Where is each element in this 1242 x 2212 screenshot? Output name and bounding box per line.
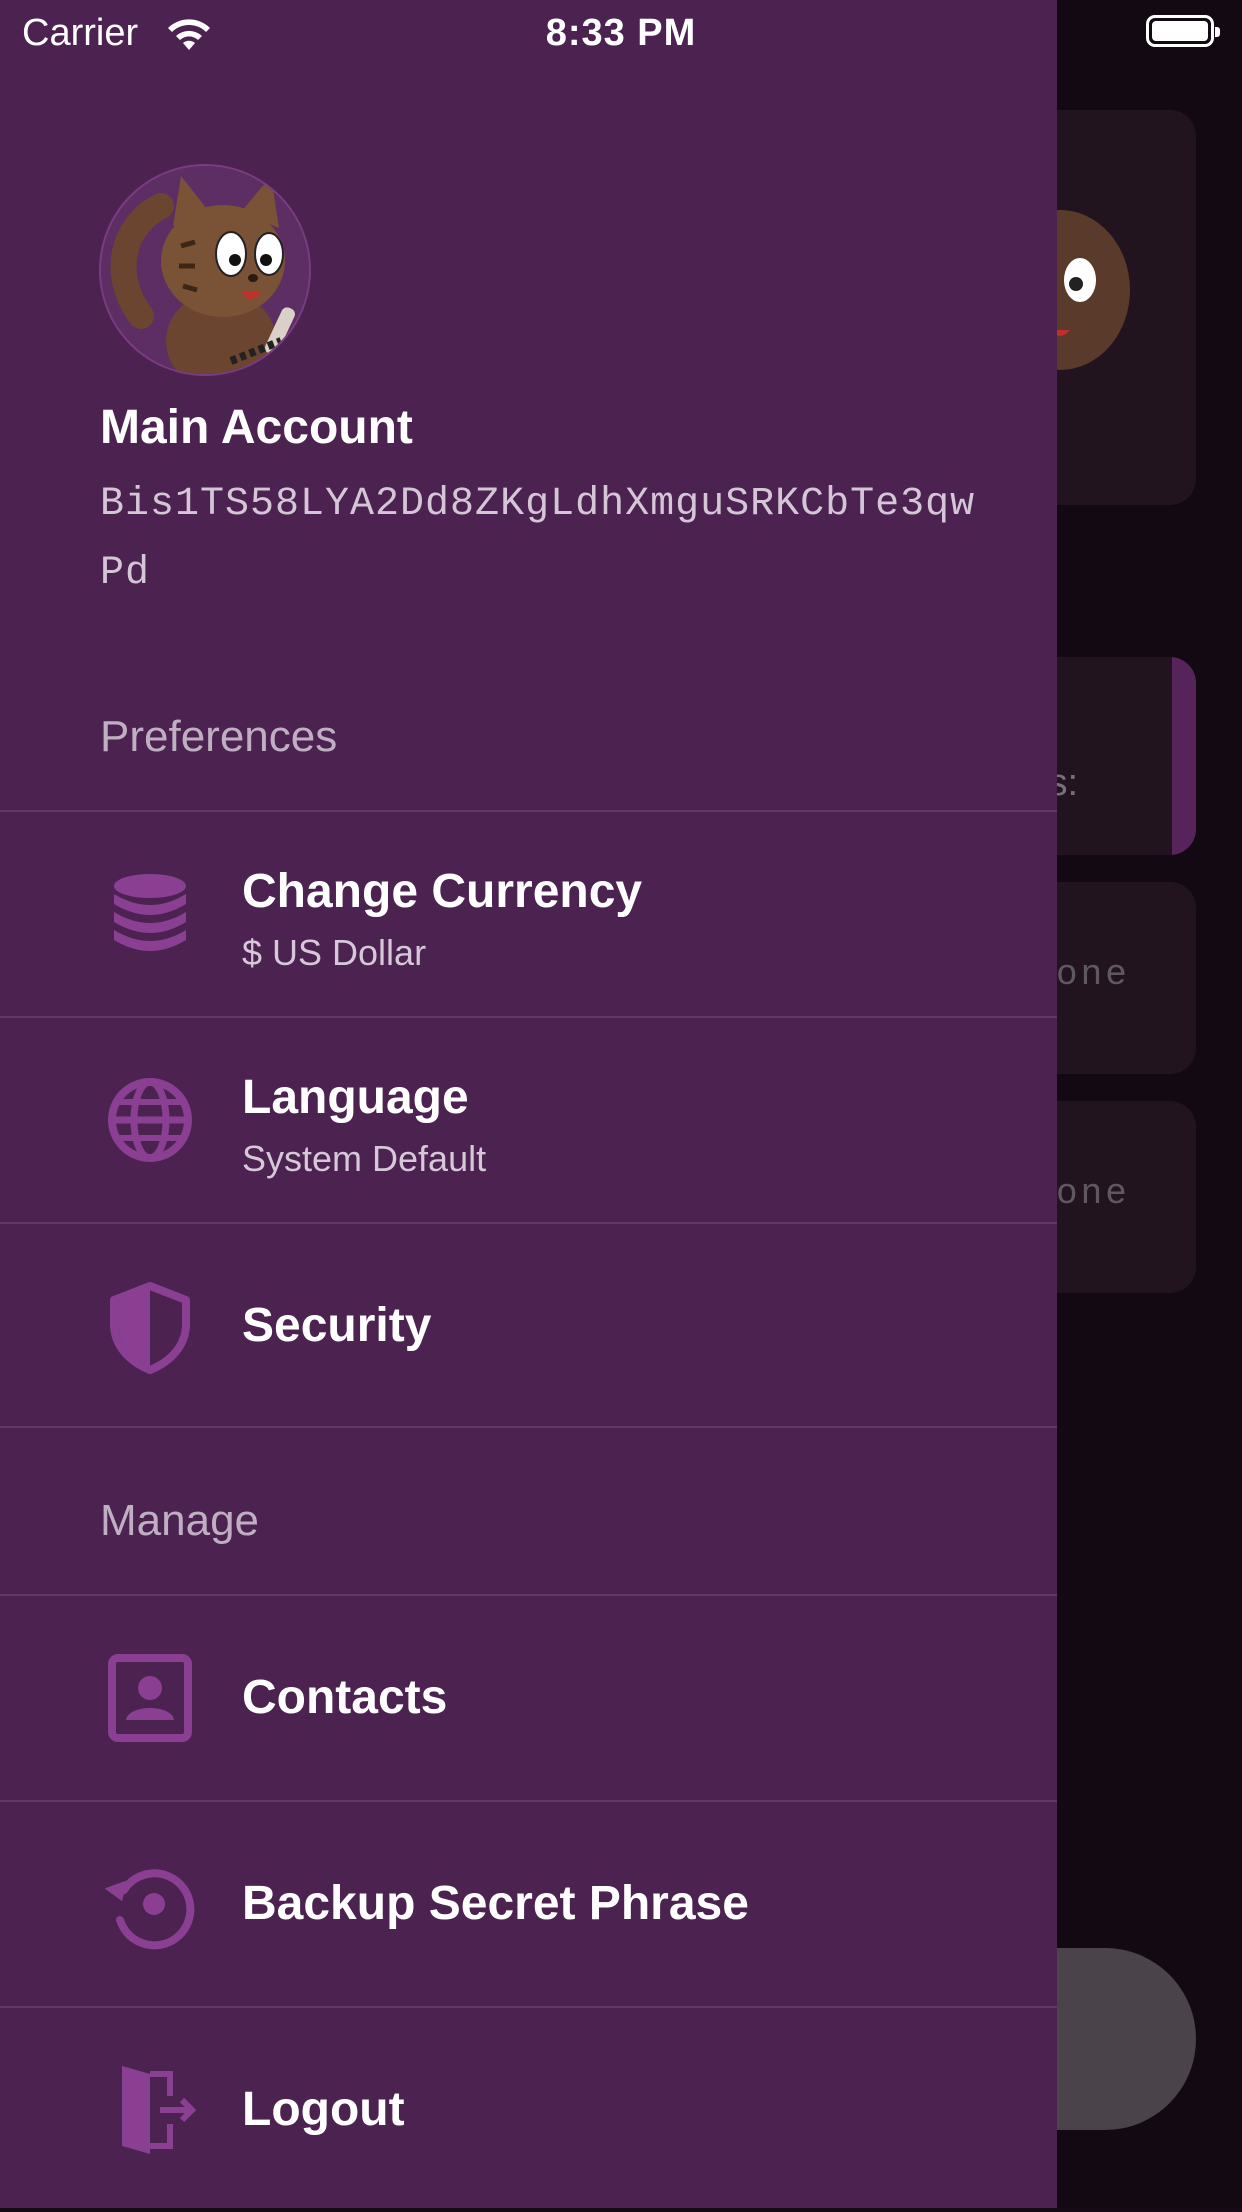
menu-title: Language: [242, 1071, 469, 1124]
status-bar: Carrier 8:33 PM: [0, 0, 1242, 66]
menu-item-backup-secret-phrase[interactable]: Backup Secret Phrase: [0, 1802, 1057, 2006]
logout-icon: [122, 2066, 197, 2154]
menu-title: Logout: [242, 2083, 405, 2136]
cat-avatar-image: [101, 166, 309, 374]
menu-title: Change Currency: [242, 865, 643, 918]
globe-icon: [108, 1078, 192, 1162]
account-name: Main Account: [100, 401, 413, 454]
menu-item-change-currency[interactable]: Change Currency $ US Dollar: [0, 812, 1057, 1016]
menu-subtitle: System Default: [242, 1138, 487, 1179]
restore-icon: [104, 1869, 195, 1950]
divider: [0, 1426, 1057, 1428]
database-icon: [114, 874, 186, 951]
menu-title: Contacts: [242, 1671, 448, 1724]
menu-item-language[interactable]: Language System Default: [0, 1018, 1057, 1222]
shield-icon: [110, 1282, 190, 1374]
menu-subtitle: $ US Dollar: [242, 932, 427, 973]
section-preferences: Preferences: [100, 712, 338, 761]
contact-card-icon: [108, 1654, 192, 1742]
status-time: 8:33 PM: [545, 12, 697, 54]
account-address[interactable]: Bis1TS58LYA2Dd8ZKgLdhXmguSRKCbTe3qwPd: [100, 470, 1000, 608]
card-accent: [1172, 657, 1196, 855]
menu-item-contacts[interactable]: Contacts: [0, 1596, 1057, 1800]
section-manage: Manage: [100, 1496, 260, 1545]
menu-title: Backup Secret Phrase: [242, 1877, 749, 1930]
navigation-drawer: Main Account Bis1TS58LYA2Dd8ZKgLdhXmguSR…: [0, 0, 1057, 2208]
menu-title: Security: [242, 1299, 432, 1352]
menu-item-security[interactable]: Security: [0, 1224, 1057, 1428]
battery-icon: [1146, 15, 1220, 47]
account-avatar[interactable]: [99, 164, 311, 376]
background-row-2-text: one: [1056, 1173, 1130, 1214]
menu-item-logout[interactable]: Logout: [0, 2008, 1057, 2212]
background-row-1-text: one: [1056, 954, 1130, 995]
